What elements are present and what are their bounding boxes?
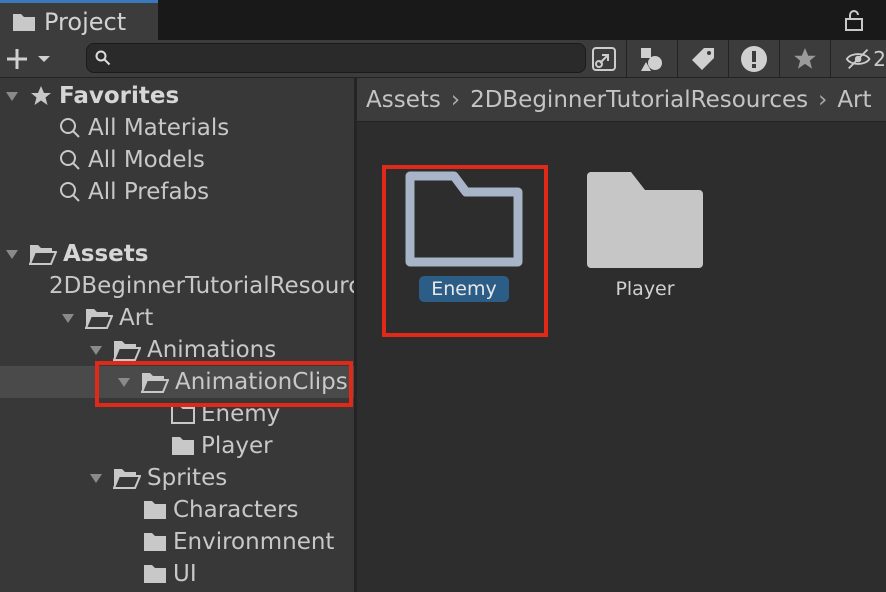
expand-search-icon xyxy=(592,46,616,71)
tree-label: UI xyxy=(173,561,197,587)
tree-label: Art xyxy=(119,305,154,331)
tree-label: All Prefabs xyxy=(88,179,210,205)
plus-icon xyxy=(7,49,27,69)
lock-icon[interactable] xyxy=(842,8,866,32)
filter-by-log-type-button[interactable] xyxy=(728,40,778,77)
toolbar: 2 xyxy=(0,40,886,78)
search-icon xyxy=(60,118,80,138)
tree-row-sprites[interactable]: Sprites xyxy=(89,462,227,494)
tree-row-environment[interactable]: Environmnent xyxy=(143,526,334,558)
grid-item-player[interactable]: Player xyxy=(585,170,705,302)
folder-icon xyxy=(13,13,35,31)
tab-project[interactable]: Project xyxy=(0,0,158,40)
tree-label: 2DBeginnerTutorialResources xyxy=(49,273,354,299)
folder-empty-icon xyxy=(171,404,195,424)
expand-arrow-icon[interactable] xyxy=(89,471,103,485)
tree-label: All Models xyxy=(88,147,205,173)
tree-label: Player xyxy=(201,433,273,459)
favorite-search-button[interactable] xyxy=(779,40,829,77)
tree-row-all-prefabs[interactable]: All Prefabs xyxy=(58,176,209,208)
star-icon xyxy=(31,86,51,105)
chevron-right-icon: › xyxy=(450,86,461,113)
search-input[interactable] xyxy=(121,46,571,70)
folder-open-icon xyxy=(113,341,141,361)
folder-icon xyxy=(144,565,166,583)
tree-row-player[interactable]: Player xyxy=(171,430,273,462)
tab-bar: Project xyxy=(0,0,886,40)
tree-row-ui[interactable]: UI xyxy=(143,558,197,590)
tree-label: Sprites xyxy=(147,465,228,491)
tree-row-favorites[interactable]: Favorites xyxy=(5,80,179,112)
tree-label: Environmnent xyxy=(173,529,335,555)
tree-label: Characters xyxy=(173,497,299,523)
filter-by-label-button[interactable] xyxy=(677,40,727,77)
hidden-packages-button[interactable]: 2 xyxy=(830,40,886,77)
chevron-down-icon xyxy=(38,56,50,62)
breadcrumb-item-tutorial[interactable]: 2DBeginnerTutorialResources xyxy=(470,87,808,113)
tree-label: Animations xyxy=(147,337,277,363)
expand-arrow-icon[interactable] xyxy=(5,247,19,261)
tree-row-all-materials[interactable]: All Materials xyxy=(58,112,229,144)
expand-arrow-icon[interactable] xyxy=(89,343,103,357)
breadcrumb-item-assets[interactable]: Assets xyxy=(366,87,441,113)
expand-arrow-icon[interactable] xyxy=(61,311,75,325)
annotation-highlight-box xyxy=(382,165,548,337)
folder-icon xyxy=(172,437,194,455)
tree-label: Favorites xyxy=(59,83,180,109)
folder-open-icon xyxy=(85,309,113,329)
filter-by-type-button[interactable] xyxy=(626,40,676,77)
shapes-icon xyxy=(640,47,662,71)
search-icon xyxy=(60,150,80,170)
breadcrumb: Assets › 2DBeginnerTutorialResources › A… xyxy=(357,78,886,122)
star-icon xyxy=(793,47,816,69)
create-dropdown-button[interactable] xyxy=(4,44,64,74)
search-field[interactable] xyxy=(86,43,586,73)
tree-row-art[interactable]: Art xyxy=(61,302,153,334)
tree-row-2dbeginnertutorialresources[interactable]: 2DBeginnerTutorialResources xyxy=(33,270,354,302)
tree-row-all-models[interactable]: All Models xyxy=(58,144,205,176)
chevron-right-icon: › xyxy=(818,86,828,113)
folder-open-icon xyxy=(113,469,141,489)
tree-row-assets[interactable]: Assets xyxy=(5,238,148,270)
search-mode-button[interactable] xyxy=(586,40,622,77)
grid-item-label: Player xyxy=(615,278,675,300)
expand-arrow-icon[interactable] xyxy=(5,89,19,103)
folder-icon xyxy=(587,172,703,268)
breadcrumb-item-art[interactable]: Art xyxy=(837,87,871,113)
tree-label: Assets xyxy=(63,241,149,267)
folder-icon xyxy=(144,501,166,519)
folder-open-icon xyxy=(29,245,57,265)
eye-hidden-icon xyxy=(845,48,871,69)
search-icon xyxy=(95,50,111,66)
folder-icon xyxy=(144,533,166,551)
hidden-packages-count: 2 xyxy=(873,46,886,71)
search-icon xyxy=(60,182,80,202)
tab-label: Project xyxy=(44,7,127,36)
tree-row-characters[interactable]: Characters xyxy=(143,494,299,526)
tree-label: All Materials xyxy=(88,115,230,141)
annotation-highlight-box xyxy=(95,361,353,407)
tag-icon xyxy=(691,47,714,70)
warning-icon xyxy=(740,45,767,72)
